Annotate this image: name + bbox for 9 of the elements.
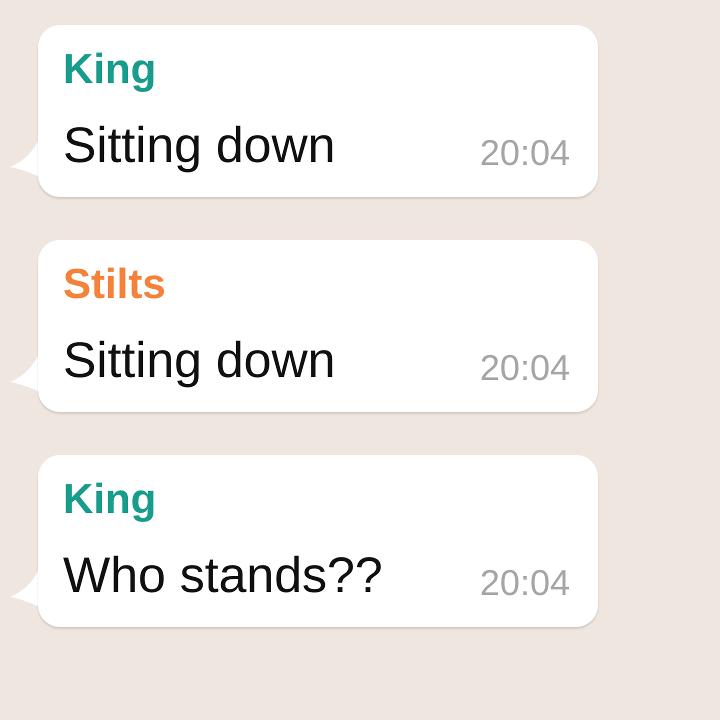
message-time: 20:04 <box>480 561 570 605</box>
message-time: 20:04 <box>480 131 570 175</box>
message-time: 20:04 <box>480 346 570 390</box>
sender-name: King <box>63 44 158 94</box>
message-text: Sitting down <box>63 116 336 175</box>
sender-name: Stilts <box>63 259 167 309</box>
sender-name: King <box>63 474 158 524</box>
message-text: Who stands?? <box>63 546 383 605</box>
message-text: Sitting down <box>63 331 336 390</box>
